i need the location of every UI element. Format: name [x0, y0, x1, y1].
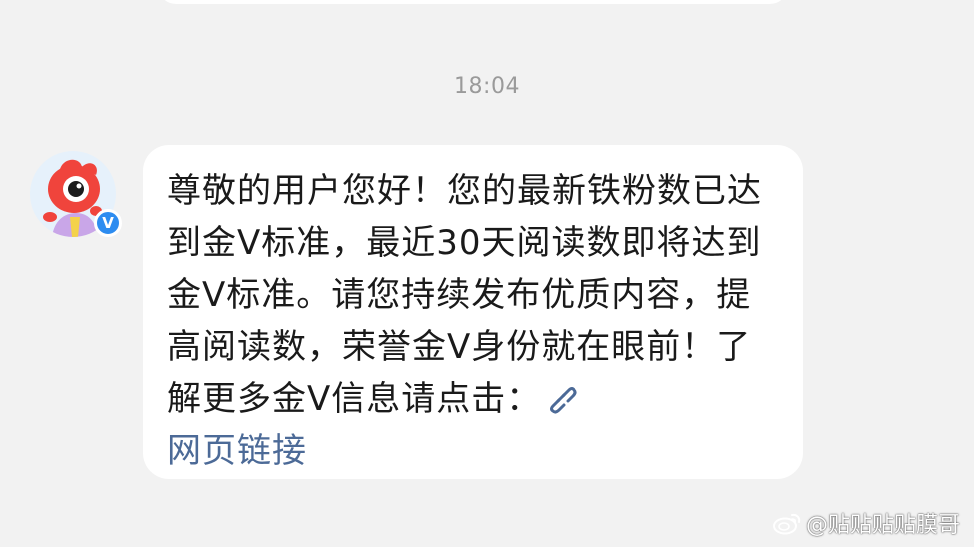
weibo-icon [772, 513, 801, 535]
watermark: @贴贴贴贴膜哥 [772, 507, 960, 539]
message-bubble[interactable]: 尊敬的用户您好！您的最新铁粉数已达到金V标准，最近30天阅读数即将达到金V标准。… [143, 145, 803, 479]
chat-screen: 18:04 V 尊敬的用户您好！您的最新铁粉数已达到金V标准，最近30天阅读数即… [0, 0, 974, 547]
watermark-text: @贴贴贴贴膜哥 [805, 513, 960, 538]
sender-avatar[interactable]: V [30, 151, 126, 237]
message-text: 尊敬的用户您好！您的最新铁粉数已达到金V标准，最近30天阅读数即将达到金V标准。… [167, 171, 762, 419]
verified-badge-icon: V [94, 209, 122, 237]
previous-message-bubble[interactable] [158, 0, 788, 4]
message-timestamp: 18:04 [454, 74, 520, 99]
web-link[interactable]: 网页链接 [167, 431, 307, 471]
link-icon[interactable] [545, 382, 577, 414]
message-body: 尊敬的用户您好！您的最新铁粉数已达到金V标准，最近30天阅读数即将达到金V标准。… [167, 165, 767, 477]
